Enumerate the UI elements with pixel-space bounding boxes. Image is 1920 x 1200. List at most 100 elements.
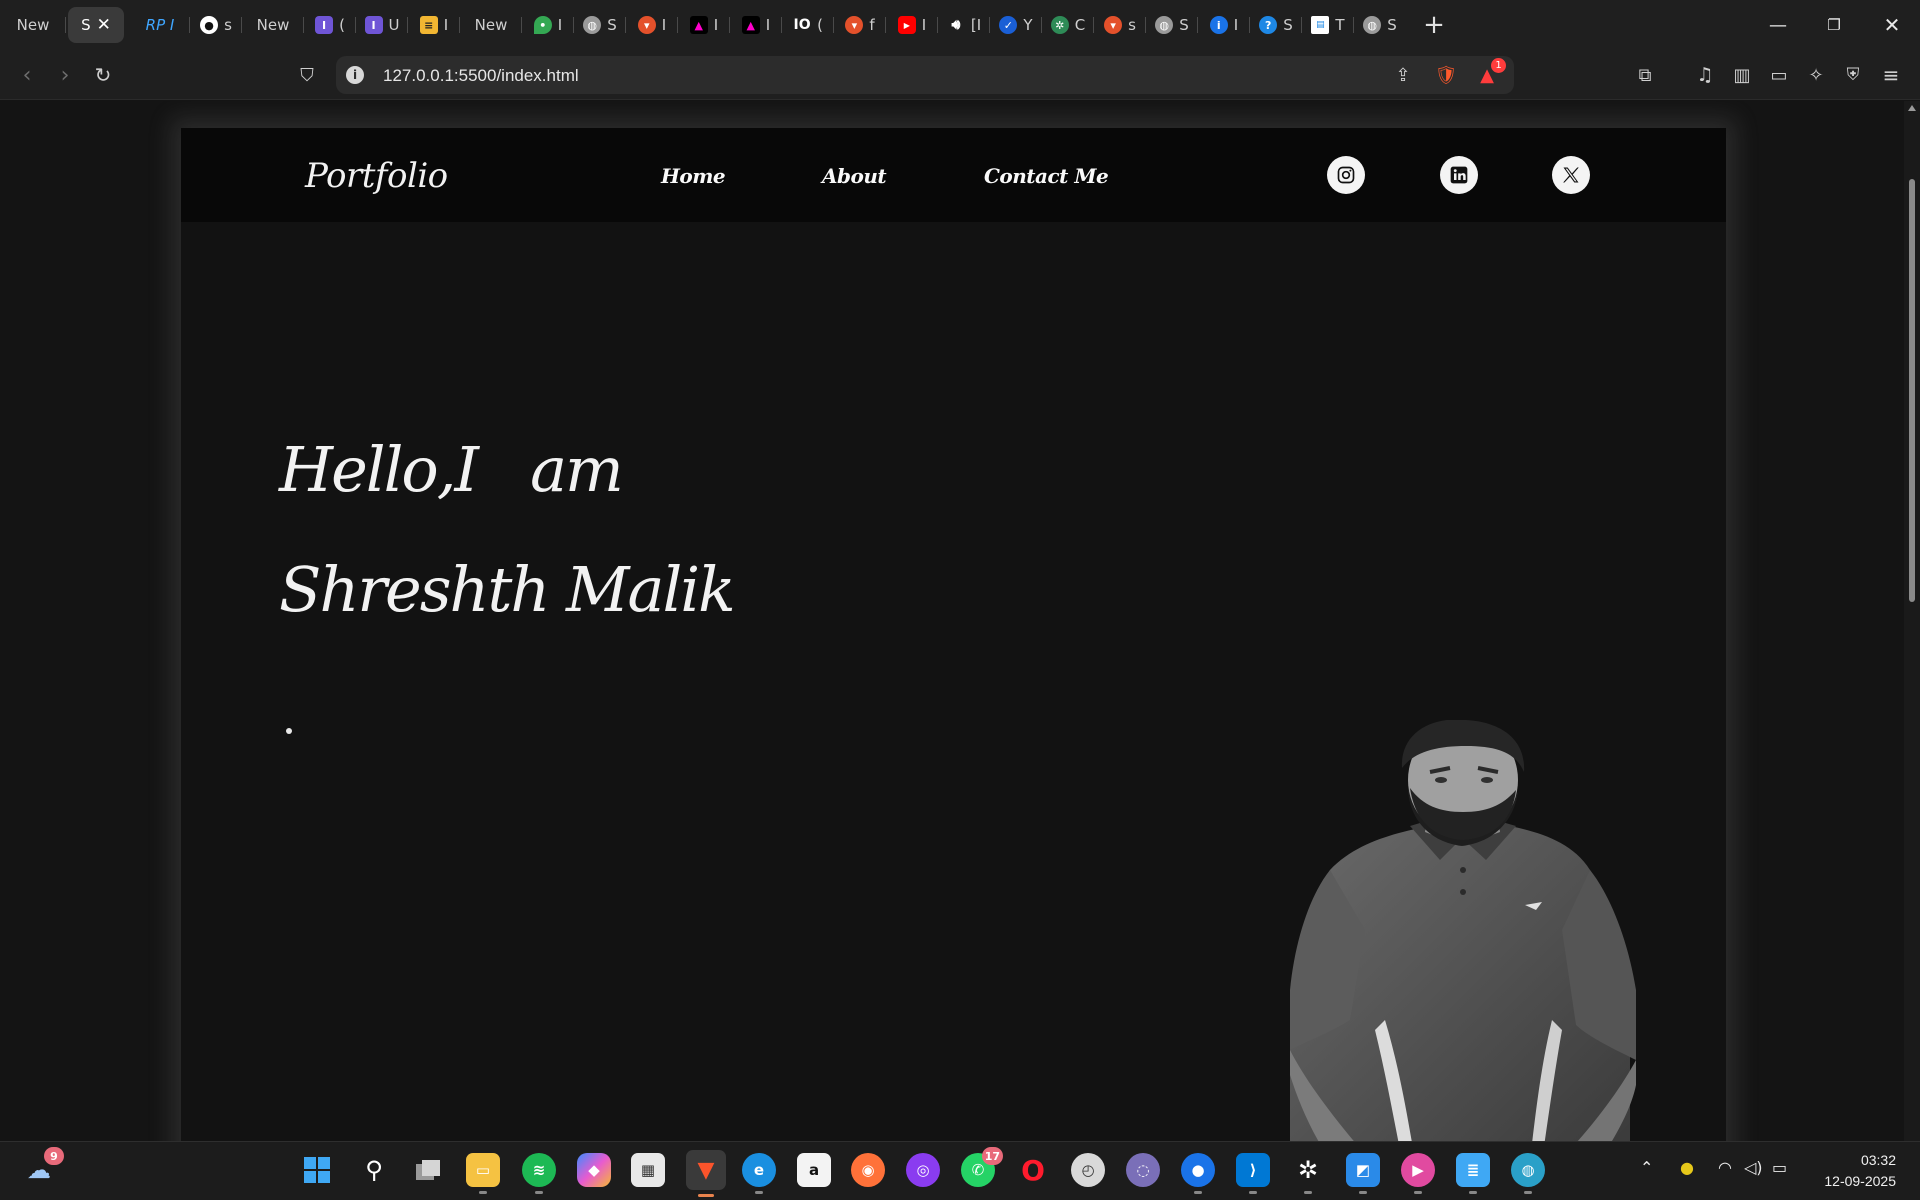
- tab-check[interactable]: ✓ Y: [990, 7, 1042, 43]
- info-icon: ?: [1259, 16, 1278, 34]
- scroll-thumb[interactable]: [1909, 179, 1915, 602]
- weather-icon[interactable]: ☁ 9: [22, 1147, 64, 1187]
- tab-app-1[interactable]: I(: [304, 7, 356, 43]
- battery-icon[interactable]: ▭: [1772, 1158, 1787, 1177]
- url-text[interactable]: 127.0.0.1:5500/index.html: [383, 66, 579, 86]
- tab-globe-3[interactable]: ◍ S: [1354, 7, 1406, 43]
- wifi-icon[interactable]: ◠: [1718, 1158, 1732, 1177]
- site-info-icon[interactable]: i: [346, 66, 364, 84]
- browser-globe-icon[interactable]: ◍: [1511, 1153, 1545, 1194]
- sidebar-icon[interactable]: ▥: [1727, 60, 1757, 90]
- tab-io[interactable]: IO (: [782, 7, 834, 43]
- tab-new-3[interactable]: New: [460, 7, 522, 43]
- tab-label: RP I: [145, 16, 175, 34]
- forward-icon[interactable]: ›: [50, 60, 80, 90]
- share-icon[interactable]: ⇪: [1388, 60, 1418, 90]
- nav-contact[interactable]: Contact Me: [984, 164, 1109, 188]
- tor-icon[interactable]: ◎: [906, 1153, 940, 1187]
- edge-icon[interactable]: e: [742, 1153, 776, 1194]
- file-explorer-icon[interactable]: ▭: [466, 1153, 500, 1194]
- running-indicator: [535, 1191, 543, 1194]
- tab-maps[interactable]: • I: [522, 7, 574, 43]
- minimize-icon[interactable]: —: [1750, 0, 1806, 50]
- music-icon[interactable]: ♫: [1690, 60, 1720, 90]
- vpn-icon[interactable]: ⛨: [1838, 60, 1868, 90]
- reload-icon[interactable]: ↻: [88, 60, 118, 90]
- close-window-icon[interactable]: ✕: [1864, 0, 1920, 50]
- start-icon[interactable]: [300, 1153, 334, 1187]
- volume-icon[interactable]: ◁): [1744, 1158, 1763, 1177]
- tab-youtube[interactable]: ▶ I: [886, 7, 938, 43]
- tab-doc[interactable]: ▤ T: [1302, 7, 1354, 43]
- tray-chevron-icon[interactable]: ⌃: [1640, 1158, 1653, 1177]
- media-player-icon[interactable]: ▶: [1401, 1153, 1435, 1194]
- running-indicator: [1249, 1191, 1257, 1194]
- site-brand[interactable]: Portfolio: [305, 156, 448, 196]
- whatsapp-icon[interactable]: ✆ 17: [961, 1147, 1003, 1187]
- tab-gear[interactable]: ✲ C: [1042, 7, 1094, 43]
- maps-icon: •: [533, 16, 552, 34]
- amazon-icon[interactable]: a: [797, 1153, 831, 1187]
- windows-taskbar: ☁ 9 ⚲ ▭ ≋ ◆ ▦ ▼ e a ◉ ◎ ✆ 17 O ◴ ◌ ● ⟩ ✲…: [0, 1141, 1920, 1200]
- nav-about[interactable]: About: [822, 164, 887, 188]
- triangle-icon: ▲: [741, 16, 760, 34]
- page-scrollbar[interactable]: [1904, 101, 1920, 1141]
- tab-triangle-2[interactable]: ▲ I: [730, 7, 782, 43]
- tab-label: I: [713, 16, 719, 34]
- tab-speaker[interactable]: 🔊︎ [I: [938, 7, 990, 43]
- messages-icon[interactable]: ●: [1181, 1153, 1215, 1194]
- new-tab-button[interactable]: +: [1412, 7, 1456, 43]
- photos-icon[interactable]: ◩: [1346, 1153, 1380, 1194]
- x-icon[interactable]: [1552, 156, 1590, 194]
- vscode-icon[interactable]: ⟩: [1236, 1153, 1270, 1194]
- copilot-icon[interactable]: ◆: [577, 1153, 611, 1187]
- close-tab-icon[interactable]: ✕: [97, 15, 111, 35]
- spotify-icon[interactable]: ≋: [522, 1153, 556, 1194]
- system-clock[interactable]: 03:32 12-09-2025: [1824, 1150, 1896, 1192]
- tab-brave-2[interactable]: ▾ f: [834, 7, 886, 43]
- instagram-icon[interactable]: [1327, 156, 1365, 194]
- address-bar[interactable]: i 127.0.0.1:5500/index.html ⇪ 🛡︎ ▲ 1: [336, 56, 1514, 94]
- tab-globe-2[interactable]: ◍ S: [1146, 7, 1198, 43]
- restore-icon[interactable]: ❐: [1806, 0, 1862, 50]
- profile-photo: [1290, 720, 1636, 1141]
- tab-info-1[interactable]: iI: [1198, 7, 1250, 43]
- wallet-icon[interactable]: ▭: [1764, 60, 1794, 90]
- notepad-icon[interactable]: ≣: [1456, 1153, 1490, 1194]
- store-icon[interactable]: ▦: [631, 1153, 665, 1187]
- tray-app-icon[interactable]: ●: [1680, 1158, 1694, 1177]
- tab-brave-1[interactable]: ▾ I: [626, 7, 678, 43]
- task-view-icon[interactable]: [411, 1153, 445, 1187]
- tab-new-1[interactable]: New: [0, 7, 66, 43]
- clock-app-icon[interactable]: ◴: [1071, 1153, 1105, 1187]
- brave-rewards-icon[interactable]: ▲ 1: [1472, 58, 1506, 90]
- reader-mode-icon[interactable]: ⧉: [1630, 60, 1660, 90]
- tab-info-2[interactable]: ? S: [1250, 7, 1302, 43]
- search-icon[interactable]: ⚲: [357, 1153, 391, 1187]
- tab-stack[interactable]: ≡ I: [408, 7, 460, 43]
- tab-github[interactable]: ● s: [190, 7, 242, 43]
- tab-app-2[interactable]: IU: [356, 7, 408, 43]
- brave-shields-icon[interactable]: 🛡︎: [1431, 60, 1461, 90]
- tab-rp[interactable]: RP I: [130, 7, 190, 43]
- back-icon[interactable]: ‹: [12, 60, 42, 90]
- tab-brave-3[interactable]: ▾ s: [1094, 7, 1146, 43]
- tab-new-2[interactable]: New: [242, 7, 304, 43]
- tab-globe-1[interactable]: ◍ S: [574, 7, 626, 43]
- globe-icon: ◍: [1363, 16, 1382, 34]
- scroll-up-arrow-icon[interactable]: [1908, 105, 1916, 111]
- menu-icon[interactable]: ≡: [1876, 60, 1906, 90]
- bookmark-icon[interactable]: ⛉: [292, 60, 322, 90]
- tab-label: Y: [1023, 16, 1033, 34]
- torrent-icon[interactable]: ◌: [1126, 1153, 1160, 1187]
- firefox-icon[interactable]: ◉: [851, 1153, 885, 1187]
- linkedin-icon[interactable]: [1440, 156, 1478, 194]
- leo-ai-icon[interactable]: ✧: [1801, 60, 1831, 90]
- tab-active[interactable]: S ✕: [68, 7, 124, 43]
- page-viewport: Portfolio Home About Contact Me Hello,I …: [0, 101, 1904, 1141]
- chatgpt-icon[interactable]: ✲: [1291, 1153, 1325, 1194]
- nav-home[interactable]: Home: [661, 164, 726, 188]
- brave-taskbar-icon[interactable]: ▼: [686, 1150, 726, 1197]
- tab-triangle-1[interactable]: ▲ I: [678, 7, 730, 43]
- opera-icon[interactable]: O: [1016, 1153, 1050, 1187]
